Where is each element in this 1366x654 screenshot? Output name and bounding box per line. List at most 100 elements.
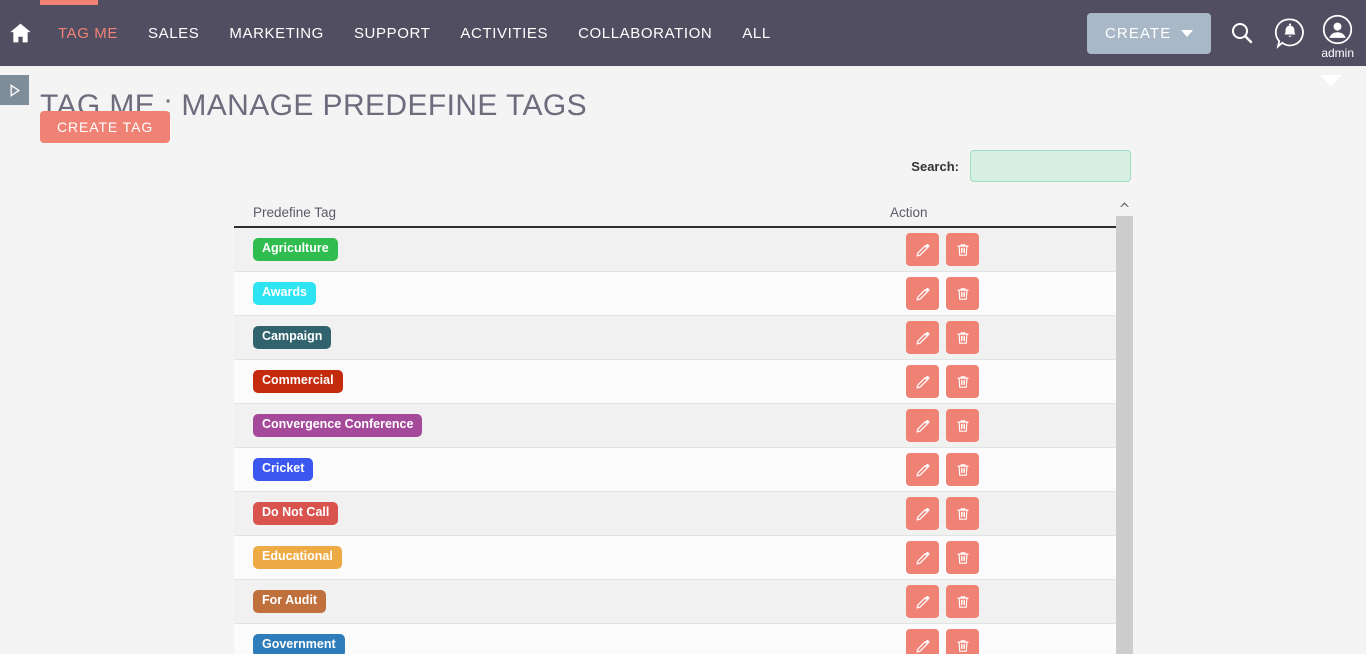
- play-triangle-icon: [10, 83, 21, 97]
- scrollbar-up-arrow[interactable]: [1116, 196, 1133, 213]
- chevron-up-icon: [1120, 202, 1129, 207]
- tag-pill: Educational: [253, 546, 342, 569]
- action-cell: [890, 541, 1132, 574]
- page-content-area: TAG ME : MANAGE PREDEFINE TAGS CREATE TA…: [0, 66, 1366, 654]
- edit-tag-button[interactable]: [906, 365, 939, 398]
- delete-tag-button[interactable]: [946, 541, 979, 574]
- table-row: Educational: [234, 536, 1132, 580]
- tag-cell: Campaign: [234, 326, 890, 349]
- action-cell: [890, 453, 1132, 486]
- delete-icon: [956, 463, 969, 476]
- action-cell: [890, 365, 1132, 398]
- delete-icon: [956, 419, 969, 432]
- delete-tag-button[interactable]: [946, 585, 979, 618]
- delete-tag-button[interactable]: [946, 453, 979, 486]
- tag-pill: Commercial: [253, 370, 343, 393]
- edit-icon: [916, 507, 930, 521]
- delete-tag-button[interactable]: [946, 277, 979, 310]
- search-input[interactable]: [970, 150, 1131, 182]
- edit-icon: [916, 639, 930, 653]
- tag-cell: Awards: [234, 282, 890, 305]
- table-row: Commercial: [234, 360, 1132, 404]
- top-navigation-bar: TAG ME SALES MARKETING SUPPORT ACTIVITIE…: [0, 0, 1366, 66]
- delete-icon: [956, 287, 969, 300]
- tag-cell: Educational: [234, 546, 890, 569]
- action-cell: [890, 629, 1132, 654]
- active-tab-indicator: [40, 0, 98, 5]
- edit-icon: [916, 287, 930, 301]
- edit-icon: [916, 243, 930, 257]
- tag-pill: Agriculture: [253, 238, 338, 261]
- delete-icon: [956, 507, 969, 520]
- home-icon[interactable]: [7, 20, 33, 46]
- tag-pill: Cricket: [253, 458, 314, 481]
- tag-pill: Convergence Conference: [253, 414, 423, 437]
- tag-pill: For Audit: [253, 590, 327, 613]
- create-tag-button[interactable]: CREATE TAG: [40, 111, 171, 143]
- nav-links: TAG ME SALES MARKETING SUPPORT ACTIVITIE…: [43, 25, 786, 42]
- edit-tag-button[interactable]: [906, 541, 939, 574]
- nav-link-activities[interactable]: ACTIVITIES: [445, 25, 563, 42]
- nav-link-sales[interactable]: SALES: [133, 25, 214, 42]
- edit-tag-button[interactable]: [906, 497, 939, 530]
- avatar[interactable]: admin: [1321, 14, 1354, 60]
- action-cell: [890, 585, 1132, 618]
- search-row: Search:: [0, 150, 1131, 182]
- edit-icon: [916, 595, 930, 609]
- table-scrollbar[interactable]: [1116, 196, 1133, 654]
- notification-bell-icon[interactable]: [1273, 16, 1307, 50]
- nav-link-marketing[interactable]: MARKETING: [214, 25, 339, 42]
- action-cell: [890, 497, 1132, 530]
- tag-cell: Agriculture: [234, 238, 890, 261]
- edit-tag-button[interactable]: [906, 409, 939, 442]
- table-header-row: Predefine Tag Action: [234, 196, 1132, 228]
- nav-link-collaboration[interactable]: COLLABORATION: [563, 25, 727, 42]
- edit-tag-button[interactable]: [906, 277, 939, 310]
- action-cell: [890, 409, 1132, 442]
- search-icon[interactable]: [1225, 16, 1259, 50]
- table-row: Do Not Call: [234, 492, 1132, 536]
- tag-cell: Commercial: [234, 370, 890, 393]
- tag-cell: Government: [234, 634, 890, 654]
- table-row: Government: [234, 624, 1132, 654]
- delete-tag-button[interactable]: [946, 409, 979, 442]
- table-row: Agriculture: [234, 228, 1132, 272]
- tag-cell: For Audit: [234, 590, 890, 613]
- column-header-action: Action: [890, 205, 928, 220]
- avatar-username: admin: [1321, 46, 1354, 60]
- caret-down-icon[interactable]: [1320, 75, 1342, 86]
- delete-tag-button[interactable]: [946, 321, 979, 354]
- table-row: Cricket: [234, 448, 1132, 492]
- delete-tag-button[interactable]: [946, 365, 979, 398]
- scrollbar-thumb[interactable]: [1116, 216, 1133, 654]
- sidebar-toggle-button[interactable]: [0, 75, 29, 105]
- edit-icon: [916, 463, 930, 477]
- delete-tag-button[interactable]: [946, 497, 979, 530]
- tag-pill: Awards: [253, 282, 316, 305]
- create-button-label: CREATE: [1104, 24, 1172, 42]
- delete-icon: [956, 375, 969, 388]
- delete-tag-button[interactable]: [946, 233, 979, 266]
- tag-cell: Cricket: [234, 458, 890, 481]
- edit-tag-button[interactable]: [906, 629, 939, 654]
- column-header-predefine-tag: Predefine Tag: [253, 205, 337, 220]
- edit-tag-button[interactable]: [906, 453, 939, 486]
- edit-icon: [916, 551, 930, 565]
- nav-link-all[interactable]: ALL: [727, 25, 786, 42]
- edit-tag-button[interactable]: [906, 321, 939, 354]
- delete-icon: [956, 331, 969, 344]
- table-row: Awards: [234, 272, 1132, 316]
- edit-icon: [916, 375, 930, 389]
- edit-icon: [916, 419, 930, 433]
- tag-pill: Do Not Call: [253, 502, 339, 525]
- edit-tag-button[interactable]: [906, 585, 939, 618]
- nav-link-tag-me[interactable]: TAG ME: [43, 25, 133, 42]
- edit-tag-button[interactable]: [906, 233, 939, 266]
- table-body: Agriculture Awards Campaign Commercial Conve…: [234, 228, 1132, 654]
- nav-link-support[interactable]: SUPPORT: [339, 25, 445, 42]
- action-cell: [890, 277, 1132, 310]
- tag-pill: Government: [253, 634, 345, 654]
- delete-tag-button[interactable]: [946, 629, 979, 654]
- user-avatar-icon: [1323, 14, 1353, 45]
- create-button[interactable]: CREATE: [1086, 12, 1212, 54]
